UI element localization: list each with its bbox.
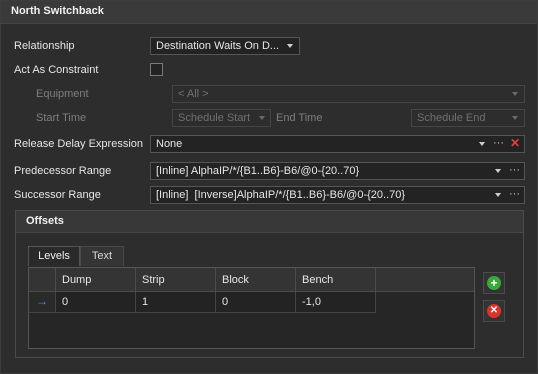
equipment-value: < All > xyxy=(178,88,209,100)
equipment-select[interactable]: < All > xyxy=(172,85,525,103)
dropdown-arrow-icon xyxy=(479,142,485,146)
ellipsis-icon[interactable]: ··· xyxy=(509,164,520,176)
ellipsis-icon[interactable]: ··· xyxy=(493,137,504,149)
row-indicator[interactable]: → xyxy=(29,292,56,313)
table-cell[interactable]: -1,0 xyxy=(296,292,376,313)
start-time-value: Schedule Start xyxy=(178,112,251,124)
successor-range-value: [Inline] [Inverse]AlphaIP/*/{B1..B6}-B6/… xyxy=(156,189,406,201)
act-as-constraint-checkbox[interactable] xyxy=(150,63,163,76)
start-time-label: Start Time xyxy=(36,112,87,124)
dropdown-arrow-icon xyxy=(287,44,293,48)
predecessor-range-label: Predecessor Range xyxy=(14,165,112,177)
equipment-label: Equipment xyxy=(36,88,89,100)
column-header-dump: Dump xyxy=(62,274,92,286)
offsets-header: Offsets xyxy=(16,211,523,233)
end-time-value: Schedule End xyxy=(417,112,486,124)
relationship-value: Destination Waits On D... xyxy=(156,40,280,52)
predecessor-range-value: [Inline] AlphaIP/*/{B1..B6}-B6/@0-{20..7… xyxy=(156,165,360,177)
successor-range-select[interactable]: [Inline] [Inverse]AlphaIP/*/{B1..B6}-B6/… xyxy=(150,186,525,204)
dropdown-arrow-icon xyxy=(495,169,501,173)
properties-panel: North Switchback Relationship Destinatio… xyxy=(0,0,538,374)
successor-range-label: Successor Range xyxy=(14,189,101,201)
relationship-label: Relationship xyxy=(14,40,75,52)
column-header-strip: Strip xyxy=(142,274,165,286)
relationship-select[interactable]: Destination Waits On D... xyxy=(150,37,300,55)
row-header-corner xyxy=(29,268,56,292)
cell-block: 0 xyxy=(222,296,229,308)
table-cell[interactable]: 0 xyxy=(56,292,136,313)
release-delay-select[interactable]: None ··· ✕ xyxy=(150,135,525,153)
end-time-label: End Time xyxy=(276,112,323,124)
remove-icon: ✕ xyxy=(487,304,501,318)
clear-icon[interactable]: ✕ xyxy=(510,136,520,150)
column-header[interactable]: Strip xyxy=(136,268,216,292)
column-header[interactable]: Block xyxy=(216,268,296,292)
add-row-button[interactable]: + xyxy=(483,272,505,294)
column-header-filler xyxy=(376,268,474,292)
dropdown-arrow-icon xyxy=(495,193,501,197)
dropdown-arrow-icon xyxy=(512,92,518,96)
cell-dump: 0 xyxy=(62,296,69,308)
start-time-select[interactable]: Schedule Start xyxy=(172,109,271,127)
panel-title: North Switchback xyxy=(11,5,104,17)
column-header[interactable]: Dump xyxy=(56,268,136,292)
column-header-bench: Bench xyxy=(302,274,334,286)
table-cell[interactable]: 1 xyxy=(136,292,216,313)
levels-grid[interactable]: Dump Strip Block Bench → 0 1 0 -1,0 xyxy=(28,267,475,349)
release-delay-label: Release Delay Expression xyxy=(14,138,144,150)
release-delay-value: None xyxy=(156,138,183,150)
title-bar: North Switchback xyxy=(1,1,537,24)
remove-row-button[interactable]: ✕ xyxy=(483,300,505,322)
dropdown-arrow-icon xyxy=(259,116,265,120)
end-time-select[interactable]: Schedule End xyxy=(411,109,525,127)
cell-bench: -1,0 xyxy=(302,296,321,308)
tab-text[interactable]: Text xyxy=(80,246,124,266)
predecessor-range-select[interactable]: [Inline] AlphaIP/*/{B1..B6}-B6/@0-{20..7… xyxy=(150,162,525,180)
offsets-title: Offsets xyxy=(26,215,64,227)
row-indicator-icon: → xyxy=(36,294,48,308)
tab-levels-label: Levels xyxy=(38,250,70,262)
add-icon: + xyxy=(487,276,501,290)
tab-text-label: Text xyxy=(91,250,113,262)
column-header[interactable]: Bench xyxy=(296,268,376,292)
cell-strip: 1 xyxy=(142,296,149,308)
dropdown-arrow-icon xyxy=(512,116,518,120)
ellipsis-icon[interactable]: ··· xyxy=(509,188,520,200)
tab-levels[interactable]: Levels xyxy=(28,246,80,266)
act-as-constraint-label: Act As Constraint xyxy=(14,64,99,76)
column-header-block: Block xyxy=(222,274,249,286)
table-cell[interactable]: 0 xyxy=(216,292,296,313)
